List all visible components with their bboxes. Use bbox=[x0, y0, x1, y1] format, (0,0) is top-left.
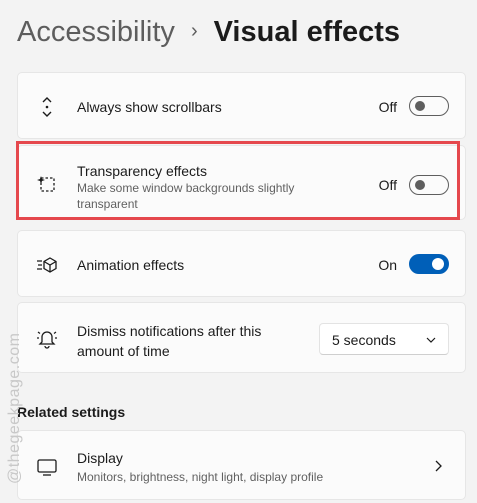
chevron-right-icon bbox=[435, 460, 442, 472]
setting-animation-effects[interactable]: Animation effects On bbox=[17, 230, 466, 297]
chevron-down-icon bbox=[426, 337, 436, 343]
toggle-state-label: Off bbox=[378, 99, 397, 115]
scrollbar-arrows-icon bbox=[36, 96, 58, 118]
setting-description: Monitors, brightness, night light, displ… bbox=[77, 470, 324, 484]
animation-icon bbox=[36, 254, 58, 276]
dismiss-time-dropdown[interactable]: 5 seconds bbox=[319, 323, 449, 355]
breadcrumb: Accessibility › Visual effects bbox=[17, 16, 400, 49]
setting-dismiss-notifications[interactable]: Dismiss notifications after this amount … bbox=[17, 302, 466, 373]
setting-title: Animation effects bbox=[77, 257, 185, 273]
related-display-link[interactable]: Display Monitors, brightness, night ligh… bbox=[17, 430, 466, 500]
toggle-knob bbox=[432, 258, 444, 270]
toggle-knob bbox=[415, 101, 425, 111]
highlight-box bbox=[16, 141, 460, 220]
breadcrumb-separator: › bbox=[190, 20, 198, 42]
monitor-icon bbox=[36, 456, 58, 478]
bell-icon bbox=[36, 327, 58, 349]
setting-title: Display bbox=[77, 450, 123, 466]
dropdown-selected-value: 5 seconds bbox=[332, 332, 396, 348]
setting-title: Dismiss notifications after this amount … bbox=[77, 323, 262, 359]
watermark: @thegeekpage.com bbox=[6, 332, 23, 484]
toggle-state-label: On bbox=[378, 257, 397, 273]
setting-always-show-scrollbars[interactable]: Always show scrollbars Off bbox=[17, 72, 466, 139]
scrollbars-toggle[interactable] bbox=[409, 96, 449, 116]
breadcrumb-accessibility-link[interactable]: Accessibility bbox=[17, 16, 175, 49]
animation-toggle[interactable] bbox=[409, 254, 449, 274]
page-title: Visual effects bbox=[213, 16, 401, 48]
related-settings-heading: Related settings bbox=[17, 404, 126, 420]
setting-title: Always show scrollbars bbox=[77, 99, 222, 115]
